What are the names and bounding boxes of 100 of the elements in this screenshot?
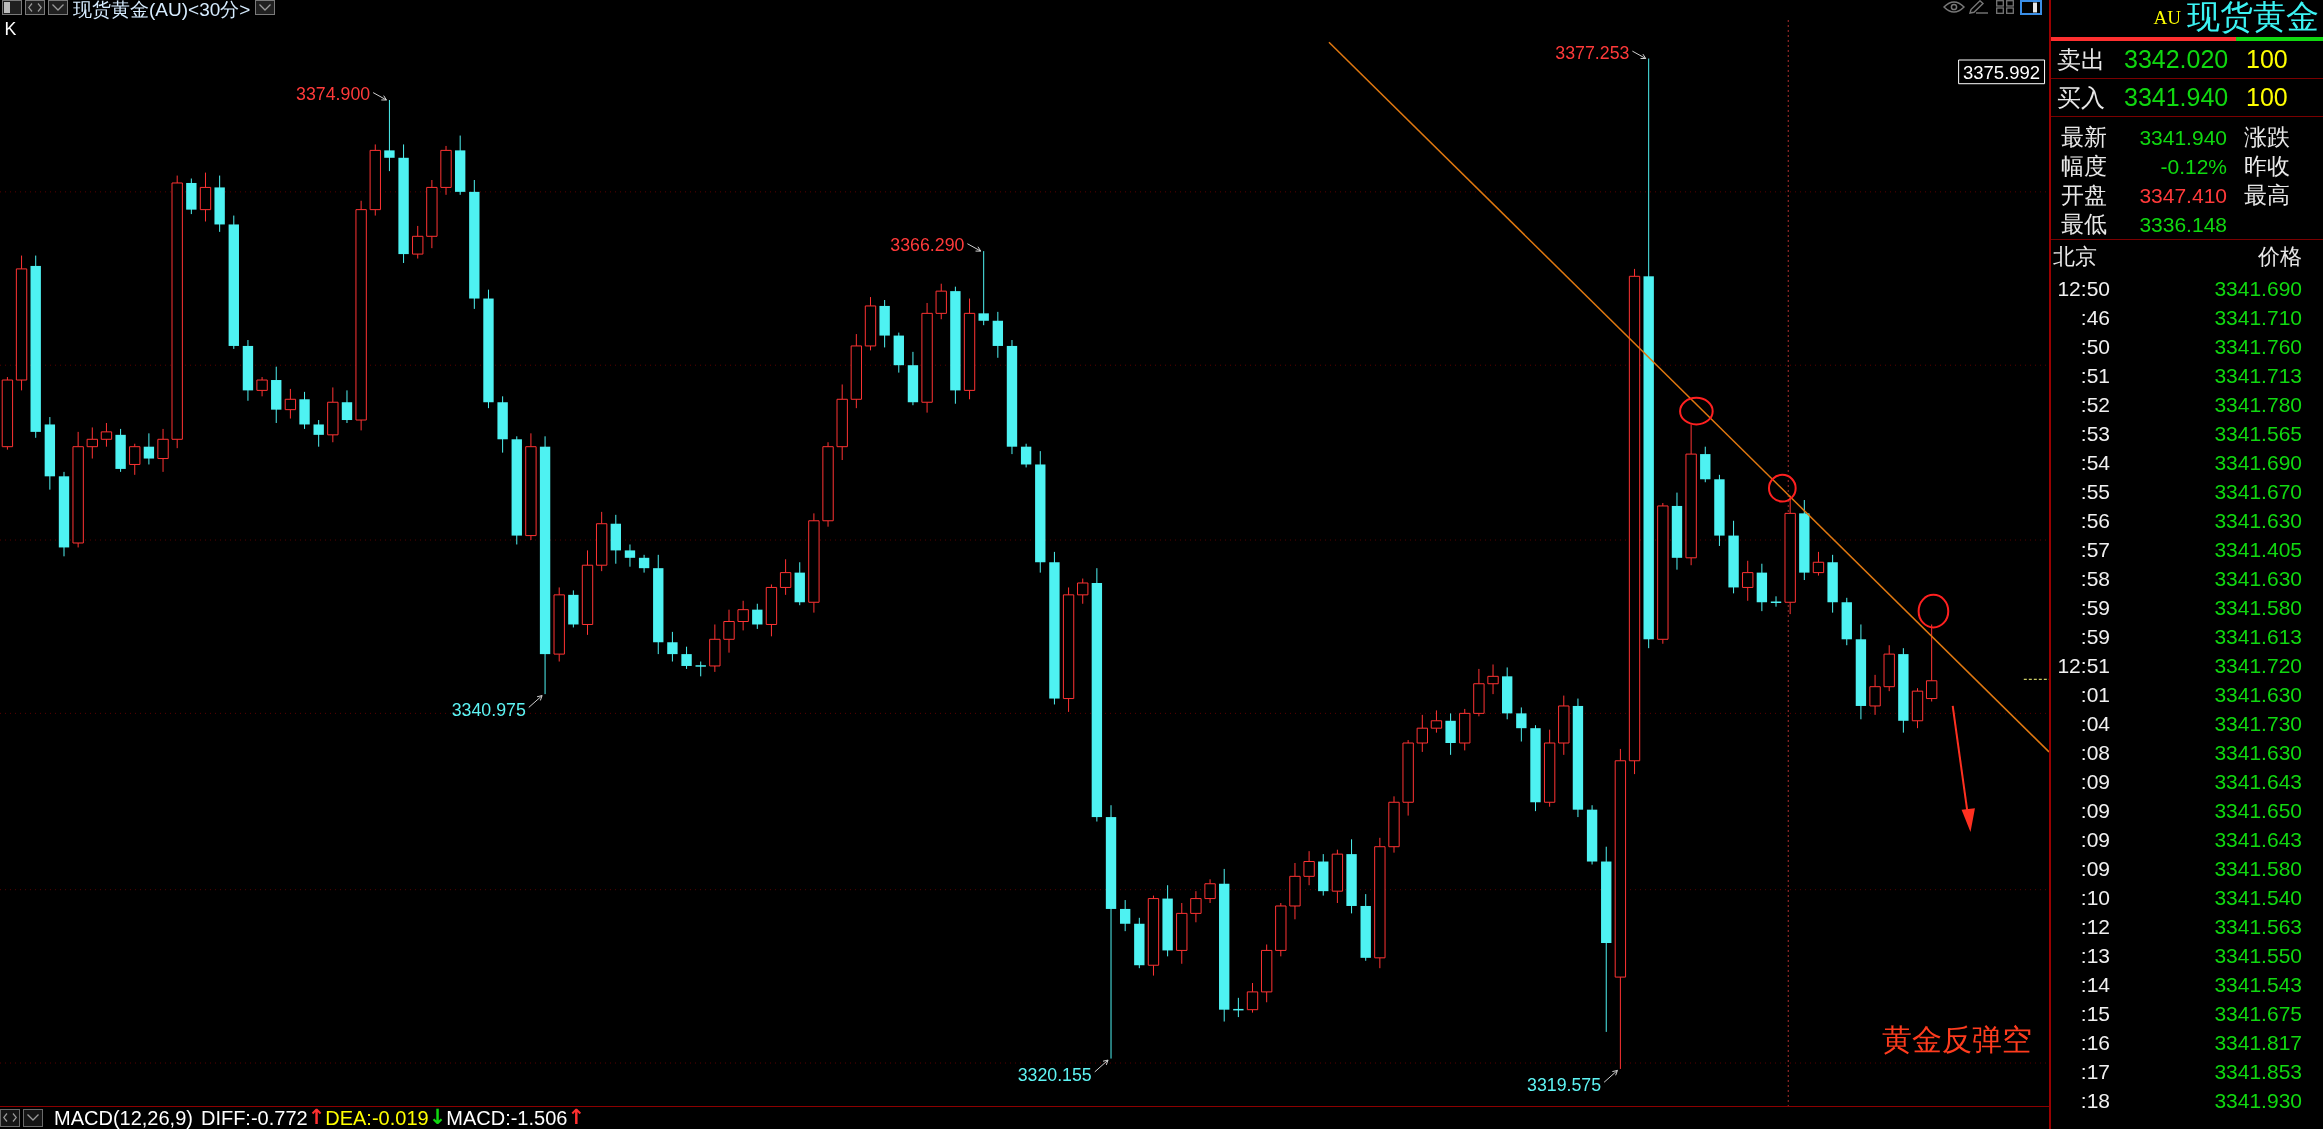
quote-label: 开盘	[2061, 184, 2108, 207]
tick-price: 3341.713	[2214, 365, 2302, 386]
quote-value: 3347.410	[2138, 185, 2227, 206]
period-dropdown-button[interactable]	[255, 0, 276, 15]
tick-time: :56	[2079, 510, 2110, 531]
price-label: 3320.155	[1017, 1064, 1092, 1085]
tick-price: 3341.540	[2214, 887, 2302, 908]
tick-time: :51	[2079, 365, 2110, 386]
tick-price: 3341.643	[2214, 771, 2302, 792]
tick-time: :58	[2079, 568, 2110, 589]
tick-time: :50	[2079, 336, 2110, 357]
tick-price: 3341.853	[2214, 1061, 2302, 1082]
tick-time: :12	[2079, 916, 2110, 937]
tick-price: 3341.550	[2214, 945, 2302, 966]
tick-price: 3341.690	[2214, 452, 2302, 473]
tick-time: :01	[2079, 684, 2110, 705]
price-label: 3374.900	[296, 84, 371, 104]
panel-icon[interactable]	[2020, 0, 2042, 15]
left-right-chevrons-icon	[28, 3, 42, 12]
order-label: 卖出	[2057, 47, 2106, 72]
order-volume: 100	[2246, 47, 2288, 72]
dropdown-button[interactable]	[48, 0, 68, 15]
tick-time: :52	[2079, 394, 2110, 415]
tick-time: :59	[2079, 626, 2110, 647]
vertical-bar-icon	[4, 2, 10, 13]
tick-price: 3341.675	[2214, 1003, 2302, 1024]
price-label: 3319.575	[1527, 1075, 1602, 1096]
tick-time: :08	[2079, 742, 2110, 763]
quote-value: 3336.148	[2138, 214, 2227, 235]
price-tag: 3375.992	[1958, 59, 2046, 85]
tick-time: :09	[2079, 829, 2110, 850]
price-label: 3340.975	[451, 700, 526, 721]
tick-time: :10	[2079, 887, 2110, 908]
order-label: 买入	[2057, 85, 2106, 110]
tick-time: :15	[2079, 1003, 2110, 1024]
tick-price: 3341.543	[2214, 974, 2302, 995]
tick-time: :14	[2079, 974, 2110, 995]
chevron-down-icon	[259, 4, 272, 11]
tick-price: 3341.780	[2214, 394, 2302, 415]
tick-time: :18	[2079, 1090, 2110, 1111]
tick-price: 3341.630	[2214, 568, 2302, 589]
tick-time: :59	[2079, 597, 2110, 618]
symbol-code: AU	[2153, 8, 2181, 27]
price-label: 3366.290	[890, 235, 965, 256]
tick-price: 3341.630	[2214, 742, 2302, 763]
tick-time: :13	[2079, 945, 2110, 966]
tick-time: :57	[2079, 539, 2110, 560]
quote-label: 昨收	[2244, 155, 2290, 178]
trend-arrow: ↓	[428, 1107, 447, 1129]
tick-time: 12:51	[2056, 655, 2110, 676]
tick-price: 3341.817	[2214, 1032, 2302, 1053]
tick-price: 3341.690	[2214, 278, 2302, 299]
tick-time: :55	[2079, 481, 2110, 502]
tick-price: 3341.405	[2214, 539, 2302, 560]
tick-price: 3341.930	[2214, 1090, 2302, 1111]
indicator-value: MACD:-1.506	[446, 1108, 568, 1128]
leader-arrow	[1631, 50, 1647, 59]
tick-time: :54	[2079, 452, 2110, 473]
scroll-button[interactable]	[25, 0, 45, 15]
tick-price: 3341.630	[2214, 510, 2302, 531]
quote-label: 最低	[2061, 213, 2108, 236]
chevron-down-icon	[27, 1114, 39, 1122]
quote-label: 幅度	[2061, 155, 2108, 178]
indicator-value: DIFF:-0.772	[200, 1108, 308, 1128]
column-header: 北京	[2053, 246, 2097, 268]
chart-title: 现货黄金(AU)<30分>	[73, 0, 251, 20]
tick-price: 3341.670	[2214, 481, 2302, 502]
indicator-value: DEA:-0.019	[325, 1108, 429, 1128]
tick-price: 3341.580	[2214, 858, 2302, 879]
scroll-button[interactable]	[0, 1109, 20, 1127]
order-volume: 100	[2246, 85, 2288, 110]
tick-price: 3341.630	[2214, 684, 2302, 705]
circle-marker	[1768, 473, 1797, 503]
quote-label: 最新	[2061, 126, 2108, 149]
tick-price: 3341.580	[2214, 597, 2302, 618]
leader-arrow	[1603, 1069, 1618, 1083]
circle-marker	[1917, 593, 1950, 629]
trend-arrow: ↑	[307, 1107, 326, 1129]
quote-value: -0.12%	[2159, 156, 2227, 177]
left-right-chevrons-icon	[3, 1113, 17, 1123]
tick-time: :09	[2079, 800, 2110, 821]
circle-marker	[1679, 396, 1714, 426]
quote-label: 最高	[2244, 184, 2290, 207]
layout-button[interactable]	[2, 0, 22, 15]
eye-icon[interactable]	[1943, 1, 1965, 13]
pencil-icon[interactable]	[1969, 0, 1989, 14]
tick-price: 3341.650	[2214, 800, 2302, 821]
tick-price: 3341.565	[2214, 423, 2302, 444]
tick-time: :17	[2079, 1061, 2110, 1082]
grid-icon[interactable]	[1996, 0, 2014, 14]
tick-time: 12:50	[2056, 278, 2110, 299]
quote-label: 涨跌	[2244, 126, 2290, 149]
trend-arrow: ↑	[567, 1107, 585, 1129]
order-price: 3342.020	[2124, 47, 2230, 72]
tick-price: 3341.760	[2214, 336, 2302, 357]
indicator-name: MACD(12,26,9)	[54, 1108, 193, 1128]
tick-time: :09	[2079, 858, 2110, 879]
annotation-text: 黄金反弹空	[1881, 1022, 2032, 1056]
price-label: 3377.253	[1555, 42, 1630, 63]
dropdown-button[interactable]	[23, 1109, 43, 1127]
